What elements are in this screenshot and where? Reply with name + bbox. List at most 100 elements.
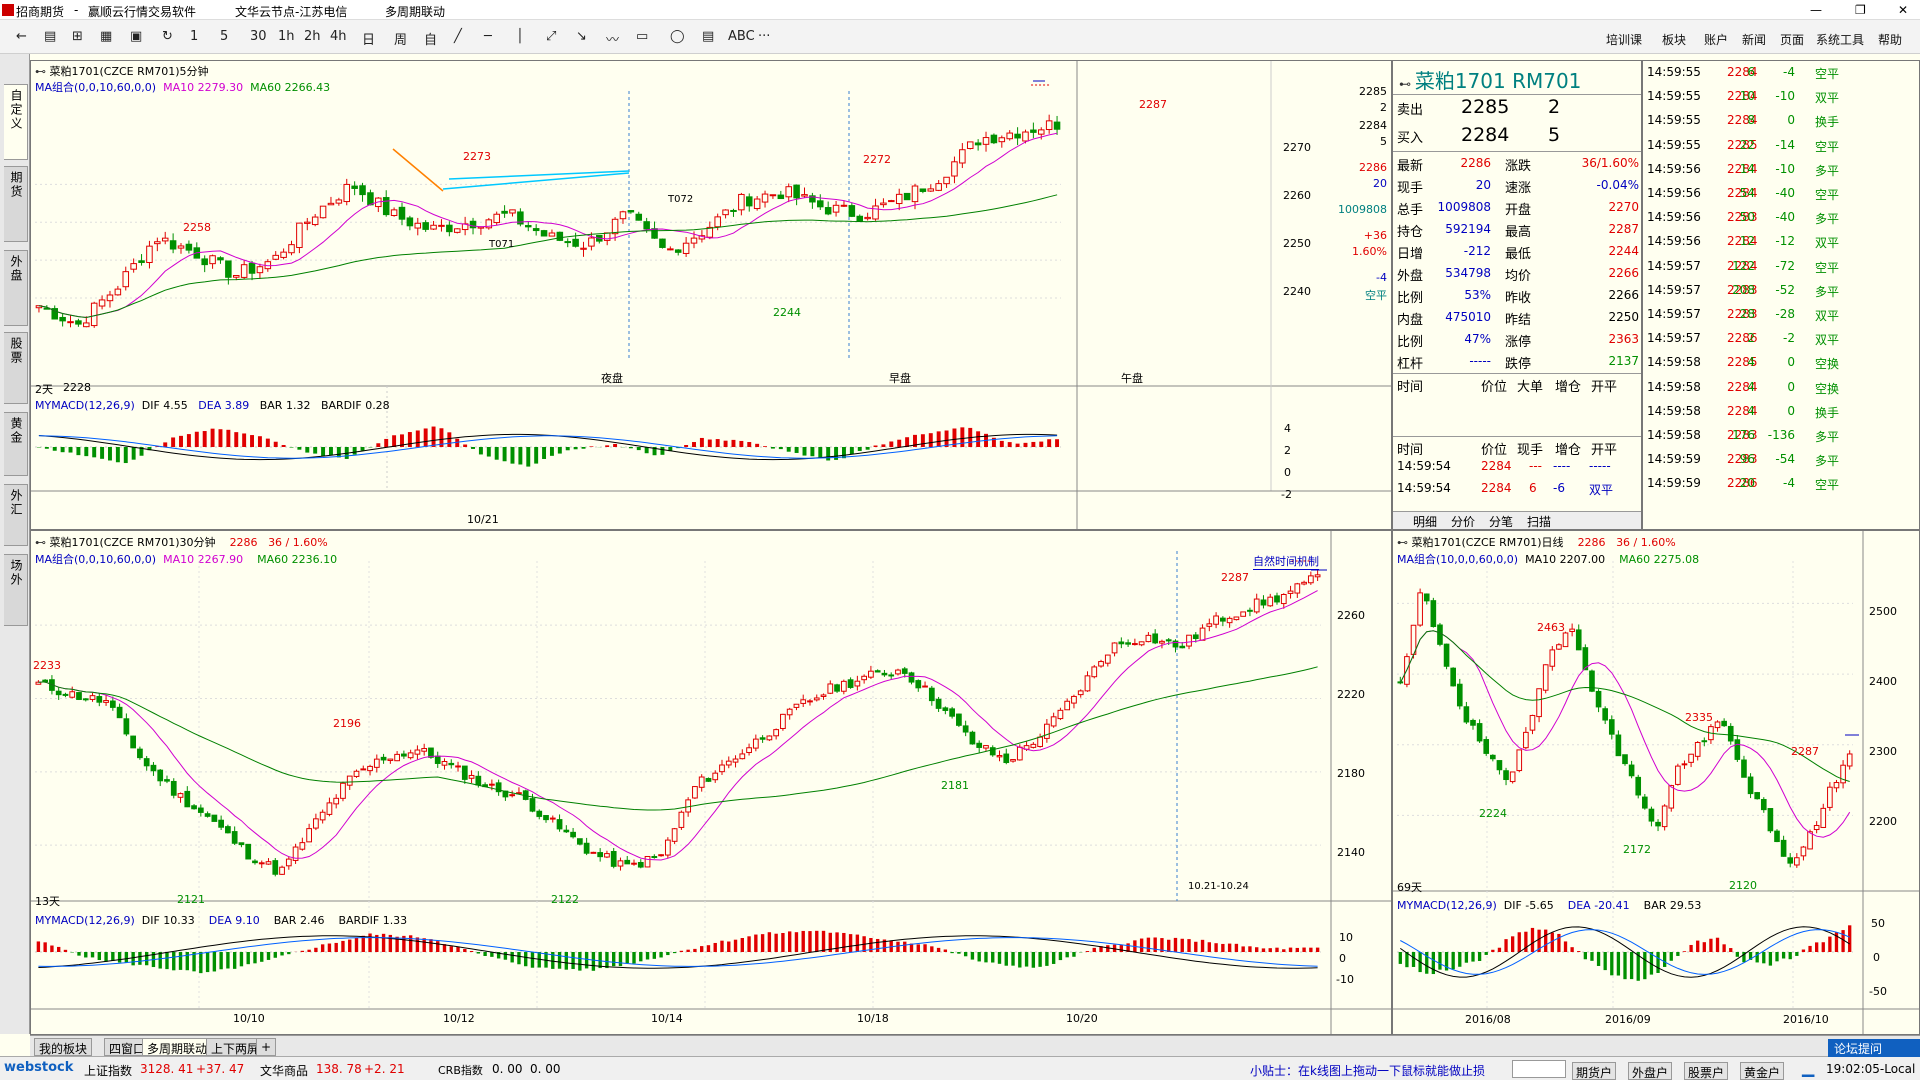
candle-body <box>1104 654 1111 664</box>
left-tab-1[interactable]: 期货 <box>4 166 28 242</box>
candle-body <box>1754 792 1760 800</box>
toolbar-tool-19[interactable]: ↘ <box>576 29 587 44</box>
crb-value: 0. 00 <box>492 1062 523 1076</box>
close-icon[interactable]: ✕ <box>1898 3 1908 17</box>
minimize-icon[interactable]: — <box>1810 3 1822 17</box>
bottom-tab-4[interactable]: + <box>256 1038 277 1056</box>
toolbar-tool-6[interactable]: 1 <box>190 29 198 44</box>
chart30m-canvas <box>31 531 1391 1034</box>
quote-tab-3[interactable]: 扫描 <box>1527 513 1551 529</box>
toolbar-tool-15[interactable]: ╱ <box>454 29 462 44</box>
sell-row[interactable]: 卖出 2285 2 <box>1393 96 1641 119</box>
quote-tab-0[interactable]: 明细 <box>1413 513 1437 529</box>
toolbar-tool-9[interactable]: 1h <box>278 29 295 44</box>
date-tick: 2016/08 <box>1465 1013 1511 1026</box>
menu-6[interactable]: 帮助 <box>1878 31 1902 48</box>
menu-3[interactable]: 新闻 <box>1742 31 1766 48</box>
toolbar-tool-14[interactable]: 自 <box>424 29 437 48</box>
left-tab-2[interactable]: 外盘 <box>4 250 28 326</box>
trade-row: 14:59:56 2284 54 -40 空平 <box>1647 186 1840 202</box>
toolbar-tool-21[interactable]: ▭ <box>636 29 648 44</box>
macd-tick: 0 <box>1284 466 1291 479</box>
candle-body <box>1794 857 1800 866</box>
toolbar-tool-11[interactable]: 4h <box>330 29 347 44</box>
toolbar-tool-20[interactable]: 〰 <box>606 29 619 48</box>
toolbar-tool-3[interactable]: ▦ <box>100 29 112 44</box>
candle-body <box>631 862 637 865</box>
candle-body <box>651 228 658 239</box>
toolbar-tool-8[interactable]: 30 <box>250 29 267 44</box>
chart-30min[interactable]: ⊷ 菜粕1701(CZCE RM701)30分钟 2286 36 / 1.60%… <box>30 530 1392 1035</box>
left-tab-5[interactable]: 外汇 <box>4 484 28 546</box>
menu-1[interactable]: 板块 <box>1662 31 1686 48</box>
buy-row[interactable]: 买入 2284 5 <box>1393 124 1641 147</box>
candle-body <box>150 764 157 772</box>
candle-body <box>455 765 461 768</box>
date-tick: 10/10 <box>233 1012 265 1025</box>
account-button-2[interactable]: 股票户 <box>1684 1062 1729 1080</box>
candle-body <box>90 302 98 327</box>
toolbar-tool-22[interactable]: ◯ <box>670 29 685 44</box>
candle-body <box>1219 617 1226 622</box>
chart-daily[interactable]: ⊷ 菜粕1701(CZCE RM701)日线 2286 36 / 1.60% M… <box>1392 530 1920 1035</box>
toolbar-tool-25[interactable]: ··· <box>758 29 770 44</box>
candle-body <box>1635 776 1642 796</box>
menu-2[interactable]: 账户 <box>1704 31 1728 48</box>
trade-list[interactable]: 14:59:55 2284 6 -4 空平 14:59:55 2284 10 -10 双平 14:5… <box>1642 60 1920 530</box>
quote-row: 持仓 592194 最高 2287 <box>1397 222 1639 240</box>
chart30m-range: 10.21-10.24 <box>1188 881 1249 892</box>
toolbar-tool-0[interactable]: ← <box>16 29 27 44</box>
quick-input[interactable] <box>1512 1060 1566 1078</box>
candle-body <box>1569 628 1575 632</box>
candle-body <box>1053 121 1061 130</box>
candle-body <box>1701 740 1708 743</box>
forum-button[interactable]: 论坛提问 <box>1828 1039 1920 1057</box>
toolbar-tool-1[interactable]: ▤ <box>44 29 56 44</box>
candle-body <box>1608 719 1615 735</box>
account-button-1[interactable]: 外盘户 <box>1628 1062 1673 1080</box>
left-tab-0[interactable]: 自定义 <box>4 84 28 160</box>
quote-name: ⊷ 菜粕1701 RM701 <box>1399 69 1582 93</box>
toolbar-tool-24[interactable]: ABC <box>728 29 755 44</box>
toolbar-tool-16[interactable]: ─ <box>484 29 492 44</box>
candle-body <box>576 838 583 845</box>
toolbar-tool-17[interactable]: │ <box>516 29 524 44</box>
quote-tab-2[interactable]: 分笔 <box>1489 513 1513 529</box>
minimize-icon[interactable]: ▁ <box>1802 1058 1814 1077</box>
annot-2287: 2287 <box>1139 98 1167 111</box>
toolbar-tool-12[interactable]: 日 <box>362 29 375 48</box>
toolbar-tool-23[interactable]: ▤ <box>702 29 714 44</box>
candle-body <box>509 794 516 797</box>
menu-0[interactable]: 培训课 <box>1606 31 1642 48</box>
quote-row: 比例 47% 涨停 2363 <box>1397 332 1639 350</box>
quote-tab-1[interactable]: 分价 <box>1451 513 1475 529</box>
webstock-logo: webstock <box>4 1060 74 1075</box>
candle-body <box>861 675 868 681</box>
bottom-tab-0[interactable]: 我的板块 <box>34 1038 93 1056</box>
toolbar-tool-7[interactable]: 5 <box>220 29 228 44</box>
toolbar-tool-5[interactable]: ↻ <box>162 29 173 44</box>
left-tab-3[interactable]: 股票 <box>4 332 28 404</box>
left-tab-4[interactable]: 黄金 <box>4 412 28 476</box>
toolbar-tool-2[interactable]: ⊞ <box>72 29 83 44</box>
menu-4[interactable]: 页面 <box>1780 31 1804 48</box>
menu-5[interactable]: 系统工具 <box>1816 31 1864 48</box>
candle-body <box>807 700 813 703</box>
candle-body <box>468 774 475 779</box>
bottom-tab-2[interactable]: 多周期联动 <box>142 1038 213 1056</box>
account-button-0[interactable]: 期货户 <box>1572 1062 1617 1080</box>
toolbar-tool-18[interactable]: ⤢ <box>546 29 556 44</box>
chart-5min[interactable]: ⊷ 菜粕1701(CZCE RM701)5分钟 MA组合(0,0,10,60,0… <box>30 60 1392 530</box>
left-tab-6[interactable]: 场外 <box>4 554 28 626</box>
toolbar-tool-10[interactable]: 2h <box>304 29 321 44</box>
candle-body <box>817 200 824 208</box>
natural-time-button[interactable]: 自然时间机制 <box>1253 553 1319 570</box>
chart5m-days: 2天 <box>35 383 53 396</box>
account-button-3[interactable]: 黄金户 <box>1740 1062 1785 1080</box>
restore-icon[interactable]: ❐ <box>1855 3 1866 17</box>
toolbar-tool-4[interactable]: ▣ <box>130 29 142 44</box>
toolbar-tool-13[interactable]: 周 <box>394 29 407 48</box>
candle-body <box>570 831 576 838</box>
candle-body <box>83 322 90 328</box>
candle-body <box>1496 760 1503 771</box>
